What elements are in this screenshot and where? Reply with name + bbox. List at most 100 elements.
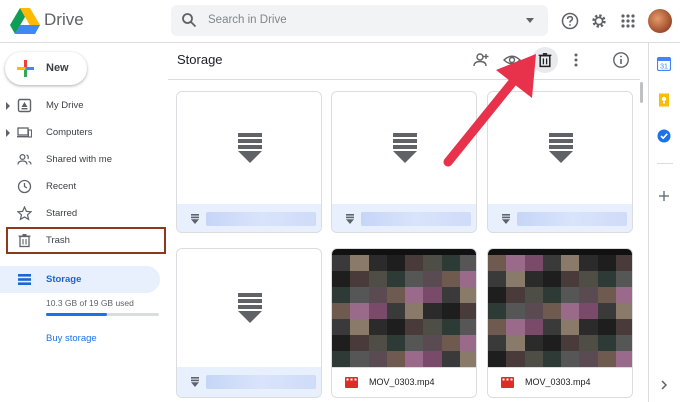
file-card[interactable]: [176, 91, 322, 233]
video-pixel: [350, 255, 369, 271]
file-thumbnail[interactable]: [332, 249, 476, 367]
video-pixel: [332, 319, 351, 335]
video-pixel: [405, 255, 424, 271]
video-pixel: [579, 303, 598, 319]
search-icon[interactable]: [181, 12, 197, 28]
video-pixel: [350, 351, 369, 367]
file-card[interactable]: [176, 248, 322, 398]
video-pixel: [579, 319, 598, 335]
sidebar-item-computers[interactable]: Computers: [0, 121, 168, 145]
video-pixel: [597, 255, 616, 271]
search-bar[interactable]: Search in Drive: [171, 5, 548, 36]
file-type-icon: [191, 377, 199, 387]
file-thumbnail[interactable]: [488, 249, 632, 367]
file-name-bar[interactable]: [332, 204, 476, 232]
top-bar: Drive Search in Drive: [0, 0, 680, 43]
video-pixel: [506, 271, 525, 287]
video-pixel: [597, 351, 616, 367]
file-name-bar[interactable]: MOV_0303.mp4: [332, 367, 476, 397]
calendar-icon[interactable]: 31: [657, 57, 671, 71]
video-pixel: [332, 335, 351, 351]
video-pixel: [561, 271, 580, 287]
video-pixel: [615, 303, 632, 319]
file-card[interactable]: MOV_0303.mp4: [487, 248, 633, 398]
apps-grid-icon[interactable]: [619, 12, 637, 30]
expand-caret-icon[interactable]: [6, 129, 10, 137]
video-pixel: [579, 351, 598, 367]
new-plus-icon: [17, 60, 34, 77]
video-pixel: [459, 303, 476, 319]
help-icon[interactable]: [561, 12, 579, 30]
buy-storage-link[interactable]: Buy storage: [46, 333, 97, 344]
video-pixel: [441, 287, 460, 303]
video-pixel: [542, 255, 561, 271]
video-pixel: [488, 287, 507, 303]
video-pixel: [368, 287, 387, 303]
video-pixel: [615, 319, 632, 335]
video-pixel: [350, 319, 369, 335]
chevron-right-icon[interactable]: [657, 378, 671, 392]
sidebar-item-shared-with-me[interactable]: Shared with me: [0, 148, 168, 172]
account-avatar[interactable]: [648, 9, 672, 33]
file-type-icon: [502, 214, 510, 224]
scrollbar-thumb[interactable]: [640, 82, 643, 103]
video-pixel: [488, 335, 507, 351]
video-pixel: [597, 319, 616, 335]
video-pixel: [524, 319, 543, 335]
video-pixel: [542, 287, 561, 303]
sidebar-item-label: Shared with me: [46, 154, 113, 165]
info-icon[interactable]: [612, 51, 630, 69]
video-pixel: [386, 287, 405, 303]
file-type-icon: [346, 214, 354, 224]
search-input[interactable]: Search in Drive: [208, 14, 287, 26]
keep-icon[interactable]: [657, 93, 671, 107]
video-pixel: [423, 319, 442, 335]
sidebar-item-recent[interactable]: Recent: [0, 175, 168, 199]
sidebar-item-starred[interactable]: Starred: [0, 202, 168, 226]
video-pixel: [405, 287, 424, 303]
video-pixel: [542, 351, 561, 367]
video-pixel: [488, 271, 507, 287]
video-pixel: [506, 319, 525, 335]
file-thumbnail[interactable]: [177, 249, 321, 367]
blurred-file-name: [517, 212, 627, 226]
drive-logo-icon[interactable]: [10, 8, 40, 34]
my-drive-icon: [17, 98, 32, 113]
video-pixel: [423, 255, 442, 271]
file-name-bar[interactable]: [177, 367, 321, 397]
storage-usage-bar: [46, 313, 159, 316]
tasks-icon[interactable]: [657, 129, 671, 143]
video-pixel: [332, 287, 351, 303]
expand-caret-icon[interactable]: [6, 102, 10, 110]
header-divider: [168, 79, 640, 80]
video-pixel: [597, 271, 616, 287]
file-thumbnail[interactable]: [177, 92, 321, 204]
sidebar-item-label: My Drive: [46, 100, 84, 111]
search-options-icon[interactable]: [526, 18, 534, 23]
file-card[interactable]: MOV_0303.mp4: [331, 248, 477, 398]
video-pixel: [386, 271, 405, 287]
new-button[interactable]: New: [5, 52, 87, 85]
file-name-bar[interactable]: [177, 204, 321, 232]
settings-gear-icon[interactable]: [590, 12, 608, 30]
more-options-icon[interactable]: [567, 51, 585, 69]
download-file-icon: [238, 293, 262, 323]
video-pixel: [597, 335, 616, 351]
side-panel-rail: 31: [648, 43, 680, 402]
sidebar-item-storage[interactable]: Storage: [0, 266, 160, 293]
video-pixel: [524, 255, 543, 271]
video-pixel: [386, 255, 405, 271]
annotation-arrow-icon: [443, 54, 536, 167]
app-name[interactable]: Drive: [44, 10, 84, 30]
video-pixel: [542, 271, 561, 287]
video-pixel: [506, 255, 525, 271]
sidebar-item-label: Recent: [46, 181, 77, 192]
new-button-label: New: [46, 62, 69, 74]
video-pixel: [441, 351, 460, 367]
file-name-bar[interactable]: MOV_0303.mp4: [488, 367, 632, 397]
file-name-bar[interactable]: [488, 204, 632, 232]
sidebar-item-my-drive[interactable]: My Drive: [0, 94, 168, 118]
video-pixel: [350, 287, 369, 303]
video-pixel: [561, 303, 580, 319]
get-addons-plus-icon[interactable]: [657, 189, 671, 203]
